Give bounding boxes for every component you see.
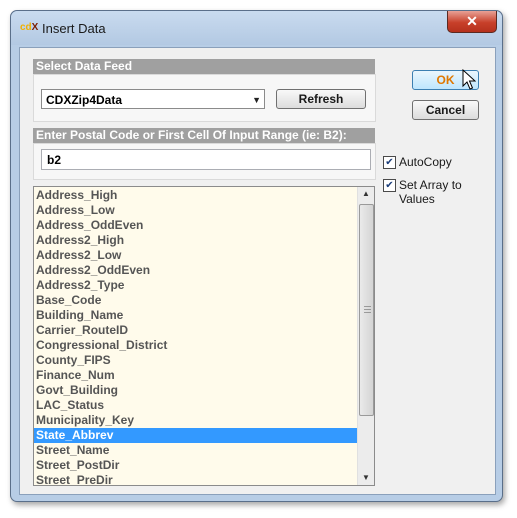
list-item[interactable]: Address2_High <box>34 233 357 248</box>
chevron-down-icon[interactable]: ▼ <box>252 90 261 110</box>
scroll-down-arrow-icon[interactable]: ▼ <box>358 471 374 485</box>
list-item[interactable]: Address_OddEven <box>34 218 357 233</box>
list-item[interactable]: State_Abbrev <box>34 428 357 443</box>
list-item[interactable]: Street_PreDir <box>34 473 357 485</box>
list-scrollbar[interactable]: ▲ — — — ▼ <box>357 187 374 485</box>
list-item[interactable]: LAC_Status <box>34 398 357 413</box>
array-values-label: Set Array to Values <box>399 178 462 206</box>
postal-code-header: Enter Postal Code or First Cell Of Input… <box>33 128 375 143</box>
list-item[interactable]: County_FIPS <box>34 353 357 368</box>
window-title: Insert Data <box>42 21 106 36</box>
list-item[interactable]: Base_Code <box>34 293 357 308</box>
autocopy-checkbox[interactable]: ✔ <box>383 156 396 169</box>
grip-icon: — — — <box>364 303 371 316</box>
list-item[interactable]: Address2_OddEven <box>34 263 357 278</box>
app-logo-icon: cdX <box>20 22 39 33</box>
close-button[interactable]: ✕ <box>447 11 497 33</box>
list-item[interactable]: Street_Name <box>34 443 357 458</box>
list-item[interactable]: Address2_Type <box>34 278 357 293</box>
list-item[interactable]: Municipality_Key <box>34 413 357 428</box>
cancel-button[interactable]: Cancel <box>412 100 479 120</box>
mouse-pointer-icon <box>462 69 476 90</box>
list-item[interactable]: Address_High <box>34 188 357 203</box>
dialog-client-area: Select Data Feed CDXZip4Data ▼ Refresh E… <box>19 47 496 495</box>
fields-list: Address_High Address_Low Address_OddEven Ad… <box>34 187 374 485</box>
title-bar: cdX Insert Data ✕ <box>11 11 502 45</box>
data-feed-select[interactable]: CDXZip4Data ▼ <box>41 89 265 109</box>
list-item[interactable]: Building_Name <box>34 308 357 323</box>
fields-listbox[interactable]: Address_High Address_Low Address_OddEven Ad… <box>33 186 375 486</box>
list-item[interactable]: Address2_Low <box>34 248 357 263</box>
scroll-thumb[interactable]: — — — <box>359 204 374 416</box>
list-item[interactable]: Address_Low <box>34 203 357 218</box>
list-item[interactable]: Congressional_District <box>34 338 357 353</box>
data-feed-header: Select Data Feed <box>33 59 375 74</box>
postal-code-input[interactable]: b2 <box>41 149 371 170</box>
list-item[interactable]: Carrier_RouteID <box>34 323 357 338</box>
array-values-checkbox[interactable]: ✔ <box>383 179 396 192</box>
refresh-button[interactable]: Refresh <box>276 89 366 109</box>
autocopy-label: AutoCopy <box>399 155 452 169</box>
insert-data-dialog: cdX Insert Data ✕ Select Data Feed CDXZi… <box>10 10 503 502</box>
list-item[interactable]: Street_PostDir <box>34 458 357 473</box>
list-item[interactable]: Finance_Num <box>34 368 357 383</box>
list-item[interactable]: Govt_Building <box>34 383 357 398</box>
data-feed-selected-value: CDXZip4Data <box>46 93 123 107</box>
scroll-up-arrow-icon[interactable]: ▲ <box>358 187 374 201</box>
